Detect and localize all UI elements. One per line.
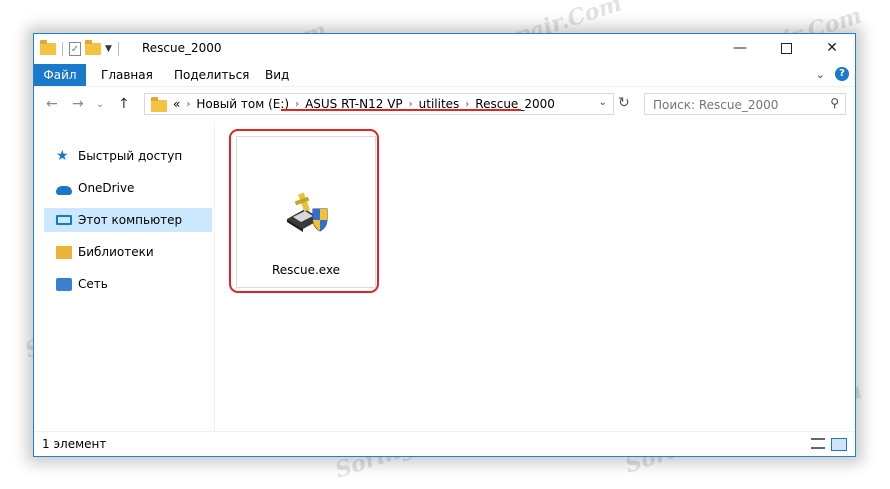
properties-icon[interactable]: ✓ xyxy=(69,42,81,56)
search-box[interactable]: ⚲ xyxy=(644,93,846,115)
breadcrumb-item[interactable]: Новый том (E:) xyxy=(196,97,289,111)
chevron-right-icon[interactable]: › xyxy=(465,99,469,110)
large-icons-view-icon[interactable] xyxy=(831,438,847,451)
sidebar-item-label: Быстрый доступ xyxy=(78,149,183,163)
sidebar-item-network[interactable]: Сеть xyxy=(44,272,212,296)
sidebar-item-label: Сеть xyxy=(78,277,108,291)
ribbon-tabs: Файл Главная Поделиться Вид ⌄ ? xyxy=(34,64,855,86)
address-bar[interactable]: « › Новый том (E:) › ASUS RT-N12 VP › ut… xyxy=(144,93,614,115)
back-button[interactable]: ← xyxy=(46,96,58,112)
tab-view[interactable]: Вид xyxy=(265,64,289,86)
sidebar-item-this-pc[interactable]: Этот компьютер xyxy=(44,208,212,232)
chevron-right-icon[interactable]: › xyxy=(409,99,413,110)
maximize-icon xyxy=(780,42,792,54)
star-icon: ★ xyxy=(56,148,69,164)
computer-icon xyxy=(56,215,72,225)
search-input[interactable] xyxy=(651,95,815,115)
details-view-icon[interactable] xyxy=(811,438,825,449)
sidebar-item-label: Библиотеки xyxy=(78,245,154,259)
breadcrumb-overflow[interactable]: « xyxy=(173,97,180,111)
libraries-icon xyxy=(56,245,72,259)
file-list: Rescue.exe xyxy=(215,122,855,432)
close-button[interactable]: ✕ xyxy=(809,34,855,64)
recent-locations-icon[interactable]: ⌄ xyxy=(96,99,104,110)
chevron-right-icon[interactable]: › xyxy=(295,99,299,110)
sidebar-item-quick-access[interactable]: ★ Быстрый доступ xyxy=(44,144,212,168)
network-icon xyxy=(56,277,72,291)
quick-access-toolbar: ✓ ▼ xyxy=(40,39,121,59)
tab-home[interactable]: Главная xyxy=(101,64,153,86)
window-title: Rescue_2000 xyxy=(142,41,222,55)
item-count: 1 элемент xyxy=(42,437,107,451)
navigation-bar: ← → ⌄ ↑ « › Новый том (E:) › ASUS RT-N12… xyxy=(34,86,855,123)
sidebar-item-label: OneDrive xyxy=(78,181,135,195)
title-bar: ✓ ▼ Rescue_2000 — ✕ xyxy=(34,34,855,64)
installer-shield-icon xyxy=(287,192,328,232)
folder-icon xyxy=(151,97,167,112)
folder-icon xyxy=(40,40,56,55)
explorer-window: ✓ ▼ Rescue_2000 — ✕ Файл Главная Поделит… xyxy=(33,33,856,457)
expand-ribbon-icon[interactable]: ⌄ xyxy=(816,68,825,81)
sidebar-item-onedrive[interactable]: OneDrive xyxy=(44,176,212,200)
new-folder-icon[interactable] xyxy=(85,40,101,55)
status-bar: 1 элемент xyxy=(34,431,855,456)
tab-file[interactable]: Файл xyxy=(34,64,86,86)
minimize-button[interactable]: — xyxy=(717,34,763,64)
file-name: Rescue.exe xyxy=(271,263,341,277)
file-tile[interactable]: Rescue.exe xyxy=(236,136,376,288)
help-icon[interactable]: ? xyxy=(835,67,849,81)
sidebar-item-label: Этот компьютер xyxy=(78,213,183,227)
maximize-button[interactable] xyxy=(763,34,809,64)
tab-share[interactable]: Поделиться xyxy=(174,64,249,86)
navigation-pane: ★ Быстрый доступ OneDrive Этот компьютер… xyxy=(34,122,215,432)
refresh-button[interactable]: ↻ xyxy=(618,95,630,111)
path-highlight-underline xyxy=(281,109,521,111)
chevron-down-icon[interactable]: ⌄ xyxy=(599,97,607,108)
sidebar-item-libraries[interactable]: Библиотеки xyxy=(44,240,212,264)
search-icon[interactable]: ⚲ xyxy=(830,96,839,110)
forward-button[interactable]: → xyxy=(72,96,84,112)
up-button[interactable]: ↑ xyxy=(118,96,130,112)
cloud-icon xyxy=(56,185,72,195)
chevron-right-icon[interactable]: › xyxy=(186,99,190,110)
customize-toolbar-icon[interactable]: ▼ xyxy=(105,44,112,54)
